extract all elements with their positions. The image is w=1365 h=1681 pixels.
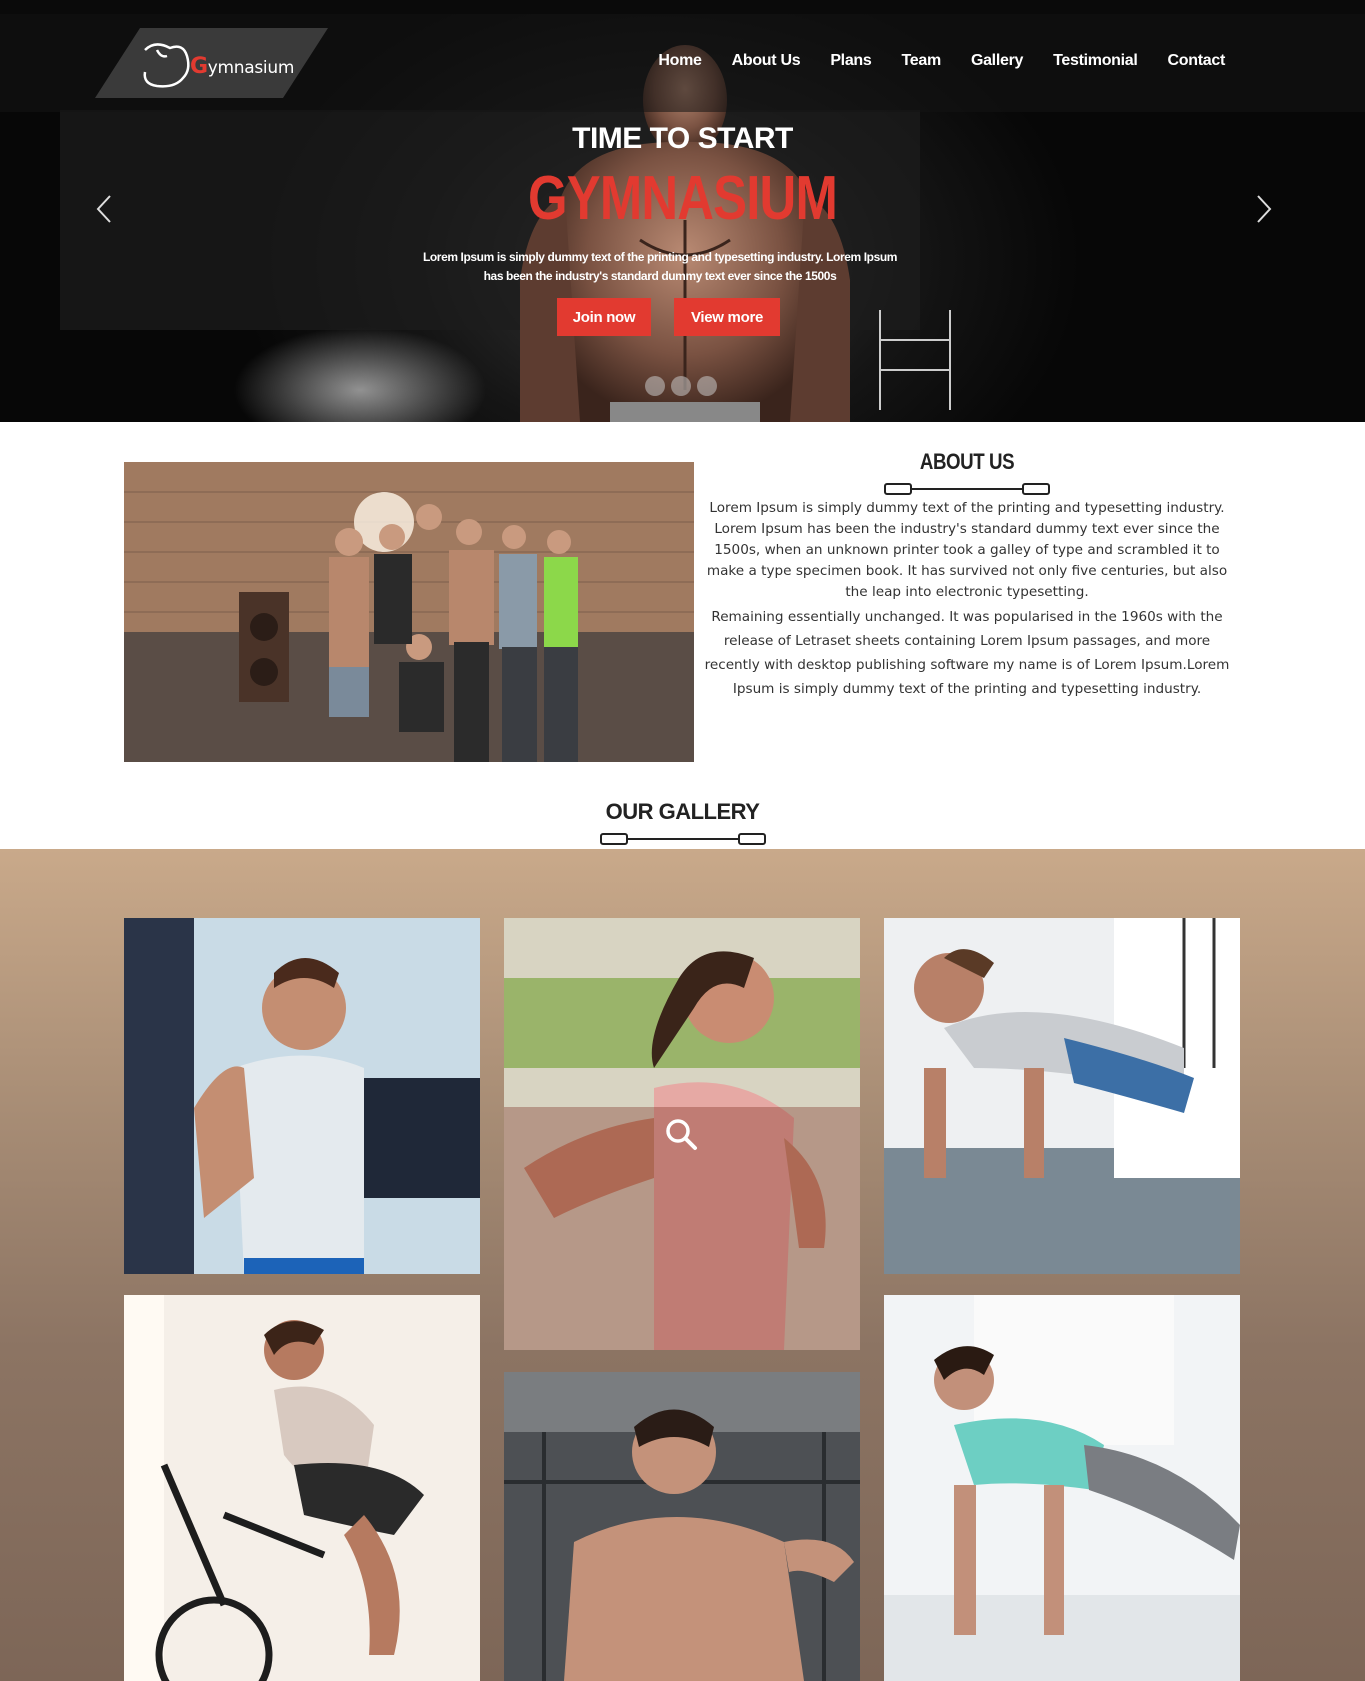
hero-text: Lorem Ipsum is simply dummy text of the … [422,250,898,283]
slider-dots [645,376,717,396]
nav-about-us[interactable]: About Us [732,52,801,70]
chevron-right-icon[interactable] [1252,192,1276,226]
nav-contact[interactable]: Contact [1168,52,1226,70]
hero-slider: Gymnasium Home About Us Plans Team Galle… [0,0,1365,422]
about-image [124,462,694,762]
slider-dot[interactable] [645,376,665,396]
hero-title: GYMNASIUM [528,164,838,233]
nav-plans[interactable]: Plans [830,52,872,70]
dumbbell-divider-icon [884,483,1050,495]
chevron-left-icon[interactable] [92,192,116,226]
nav-testimonial[interactable]: Testimonial [1053,52,1138,70]
slider-dot[interactable] [697,376,717,396]
top-band [0,0,1365,14]
slider-dot[interactable] [671,376,691,396]
main-nav: Home About Us Plans Team Gallery Testimo… [658,52,1225,70]
about-paragraph-2: Remaining essentially unchanged. It was … [704,609,1230,697]
about-paragraph-1: Lorem Ipsum is simply dummy text of the … [706,500,1228,600]
nav-gallery[interactable]: Gallery [971,52,1023,70]
hero-subtitle: TIME TO START [572,122,793,155]
logo-text[interactable]: Gymnasium [190,54,294,79]
about-title: ABOUT US [919,449,1015,474]
gallery-title: OUR GALLERY [605,799,760,824]
nav-home[interactable]: Home [658,52,702,70]
gallery-item-woman-plank[interactable] [884,1295,1240,1681]
view-more-button[interactable]: View more [674,298,780,336]
gallery-item-man-shirtless[interactable] [504,1372,860,1681]
gallery-item-man-treadmill[interactable] [124,918,480,1274]
nav-team[interactable]: Team [902,52,942,70]
join-now-button[interactable]: Join now [557,298,651,336]
gallery-item-woman-bike[interactable] [124,1295,480,1681]
dumbbell-divider-icon [600,833,766,845]
gallery-item-man-trx[interactable] [884,918,1240,1274]
search-icon[interactable] [664,1117,698,1151]
dumbbell-rack-image [879,310,951,410]
